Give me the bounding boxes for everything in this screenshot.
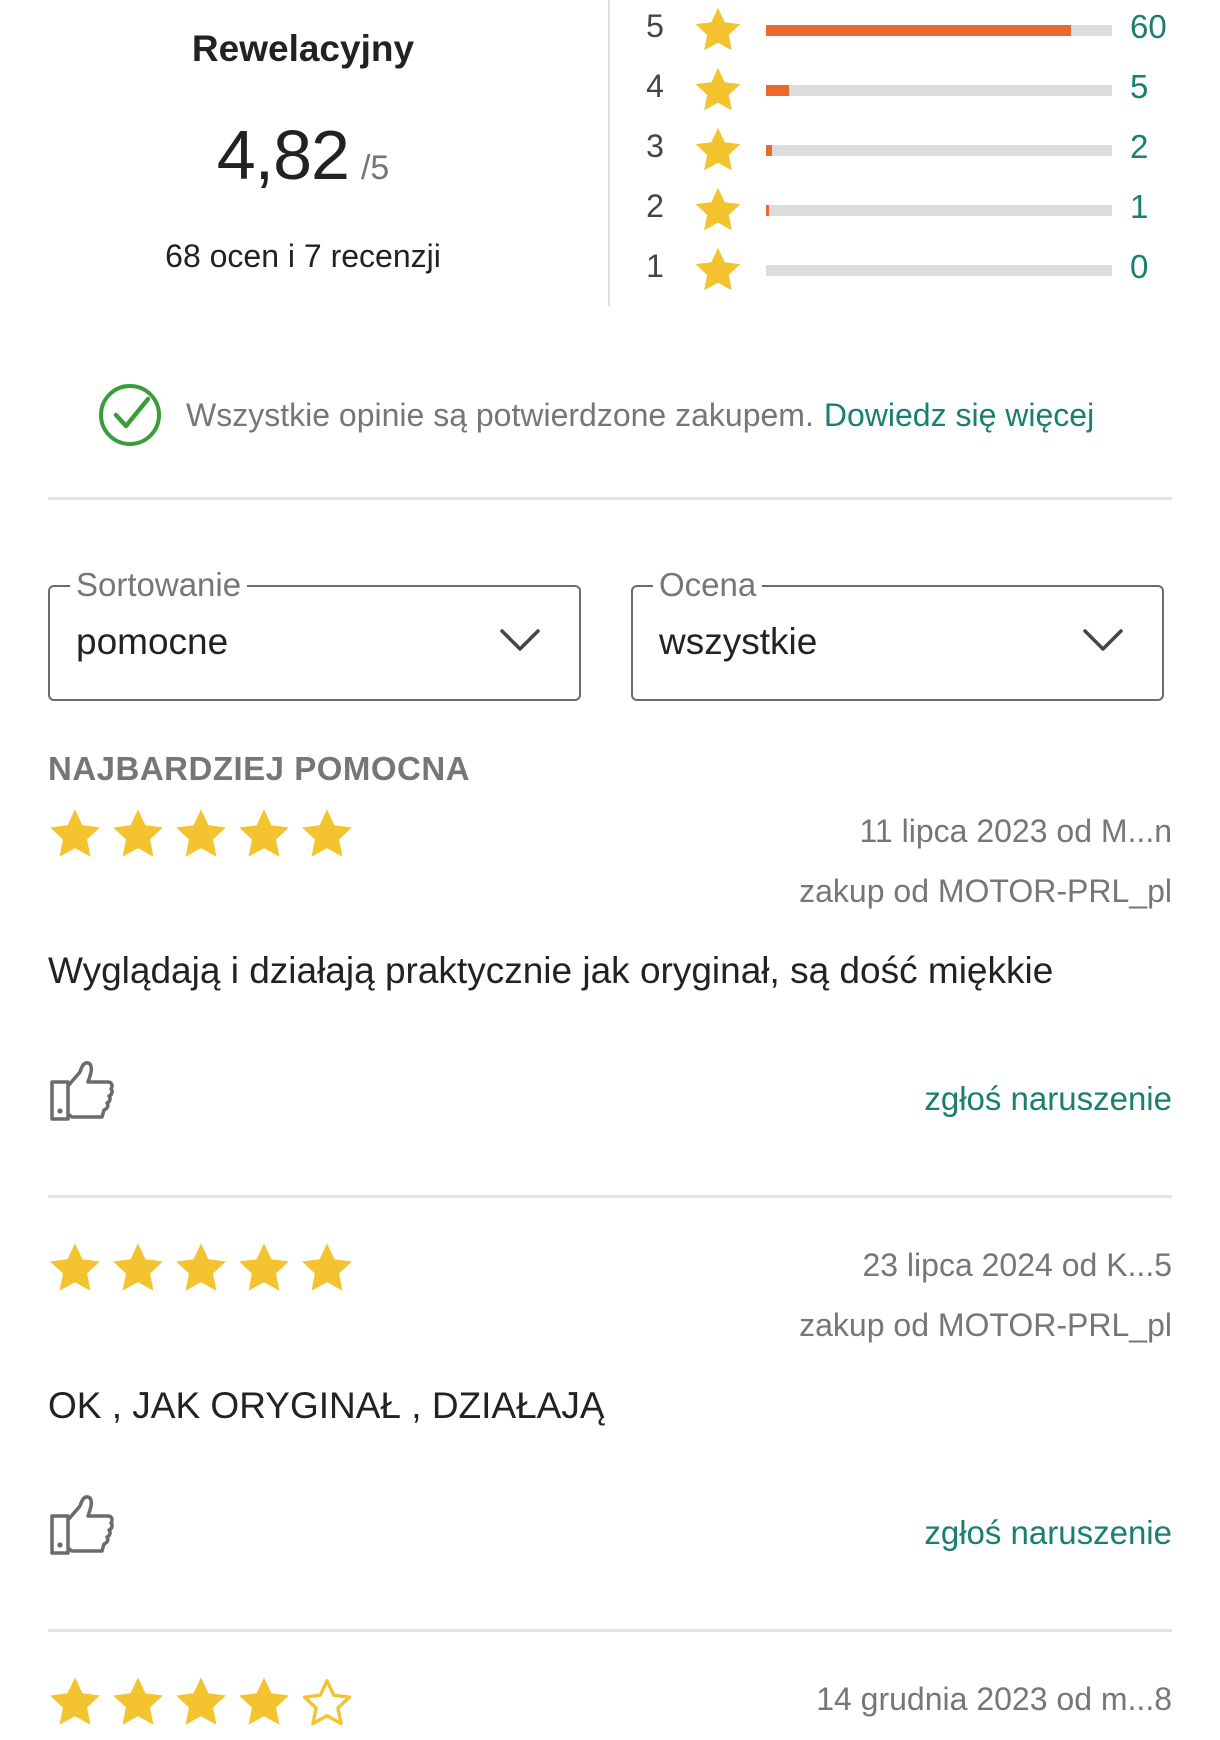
score-max: /5 bbox=[360, 149, 390, 187]
star-icon bbox=[46, 1239, 104, 1297]
star-icon bbox=[172, 1673, 230, 1731]
star-icon bbox=[235, 805, 293, 863]
summary-divider bbox=[608, 0, 610, 306]
rating-select-label: Ocena bbox=[653, 563, 763, 607]
review-rating bbox=[46, 1673, 356, 1731]
review-seller: zakup od MOTOR-PRL_pl bbox=[799, 1307, 1172, 1343]
section-divider bbox=[48, 497, 1172, 500]
distribution-stars-label: 1 bbox=[646, 248, 664, 284]
sort-select-label: Sortowanie bbox=[70, 563, 248, 607]
thumbs-up-icon[interactable] bbox=[50, 1494, 116, 1556]
distribution-count: 5 bbox=[1130, 68, 1149, 105]
score-value: 4,82 bbox=[216, 116, 350, 194]
distribution-count: 2 bbox=[1130, 128, 1149, 165]
review-rating bbox=[46, 805, 356, 863]
most-helpful-label: NAJBARDZIEJ POMOCNA bbox=[48, 750, 471, 787]
rating-label: Rewelacyjny bbox=[191, 28, 415, 69]
star-icon bbox=[172, 805, 230, 863]
report-link[interactable]: zgłoś naruszenie bbox=[924, 1514, 1172, 1552]
distribution-bar bbox=[766, 145, 1112, 156]
distribution-count: 0 bbox=[1130, 248, 1149, 285]
star-icon bbox=[298, 1239, 356, 1297]
star-icon bbox=[235, 1239, 293, 1297]
review-date-author: 11 lipca 2023 od M...n bbox=[859, 813, 1173, 849]
sort-select[interactable]: Sortowanie pomocne bbox=[48, 563, 581, 701]
distribution-count: 60 bbox=[1130, 8, 1167, 45]
rating-select-value: wszystkie bbox=[659, 621, 818, 662]
distribution-row-2[interactable]: 2 1 bbox=[640, 180, 1180, 240]
star-icon bbox=[298, 805, 356, 863]
distribution-bar bbox=[766, 205, 1112, 216]
review-divider bbox=[48, 1629, 1172, 1632]
distribution-stars-label: 5 bbox=[646, 8, 664, 44]
chevron-down-icon bbox=[500, 629, 540, 651]
star-icon bbox=[235, 1673, 293, 1731]
verified-text: Wszystkie opinie są potwierdzone zakupem… bbox=[186, 396, 814, 433]
check-circle-icon bbox=[99, 384, 161, 446]
distribution-row-5[interactable]: 5 60 bbox=[640, 0, 1180, 60]
review-text: Wyglądają i działają praktycznie jak ory… bbox=[48, 950, 1054, 991]
thumbs-up-icon[interactable] bbox=[50, 1060, 116, 1122]
review-date-author: 23 lipca 2024 od K...5 bbox=[862, 1247, 1172, 1283]
review-date-author: 14 grudnia 2023 od m...8 bbox=[816, 1681, 1172, 1717]
chevron-down-icon bbox=[1083, 629, 1123, 651]
review-divider bbox=[48, 1195, 1172, 1198]
distribution-row-4[interactable]: 4 5 bbox=[640, 60, 1180, 120]
ratings-count: 68 ocen i 7 recenzji bbox=[165, 238, 441, 274]
verified-notice: Wszystkie opinie są potwierdzone zakupem… bbox=[96, 380, 1094, 450]
distribution-bar bbox=[766, 265, 1112, 276]
distribution-bar bbox=[766, 25, 1112, 36]
star-icon bbox=[692, 124, 744, 176]
rating-select[interactable]: Ocena wszystkie bbox=[631, 563, 1164, 701]
star-icon bbox=[692, 184, 744, 236]
learn-more-link[interactable]: Dowiedz się więcej bbox=[824, 397, 1094, 434]
star-outline-icon bbox=[298, 1673, 356, 1731]
review-seller: zakup od MOTOR-PRL_pl bbox=[799, 873, 1172, 909]
distribution-bar-fill bbox=[766, 205, 770, 216]
star-icon bbox=[172, 1239, 230, 1297]
distribution-count: 1 bbox=[1130, 188, 1149, 225]
star-icon bbox=[692, 4, 744, 56]
distribution-row-3[interactable]: 3 2 bbox=[640, 120, 1180, 180]
review-text: OK , JAK ORYGINAŁ , DZIAŁAJĄ bbox=[48, 1385, 605, 1426]
star-icon bbox=[692, 64, 744, 116]
distribution-stars-label: 3 bbox=[646, 128, 664, 164]
distribution-stars-label: 4 bbox=[646, 68, 664, 104]
star-icon bbox=[692, 244, 744, 296]
star-icon bbox=[109, 1673, 167, 1731]
review-rating bbox=[46, 1239, 356, 1297]
star-icon bbox=[109, 1239, 167, 1297]
star-icon bbox=[46, 1673, 104, 1731]
report-link[interactable]: zgłoś naruszenie bbox=[924, 1080, 1172, 1118]
sort-select-value: pomocne bbox=[76, 621, 229, 662]
star-icon bbox=[46, 805, 104, 863]
distribution-bar-fill bbox=[766, 85, 789, 96]
distribution-bar-fill bbox=[766, 145, 773, 156]
star-icon bbox=[109, 805, 167, 863]
average-score: 4,82/5 bbox=[0, 115, 606, 195]
distribution-bar bbox=[766, 85, 1112, 96]
distribution-bar-fill bbox=[766, 25, 1072, 36]
distribution-stars-label: 2 bbox=[646, 188, 664, 224]
distribution-row-1[interactable]: 1 0 bbox=[640, 240, 1180, 300]
